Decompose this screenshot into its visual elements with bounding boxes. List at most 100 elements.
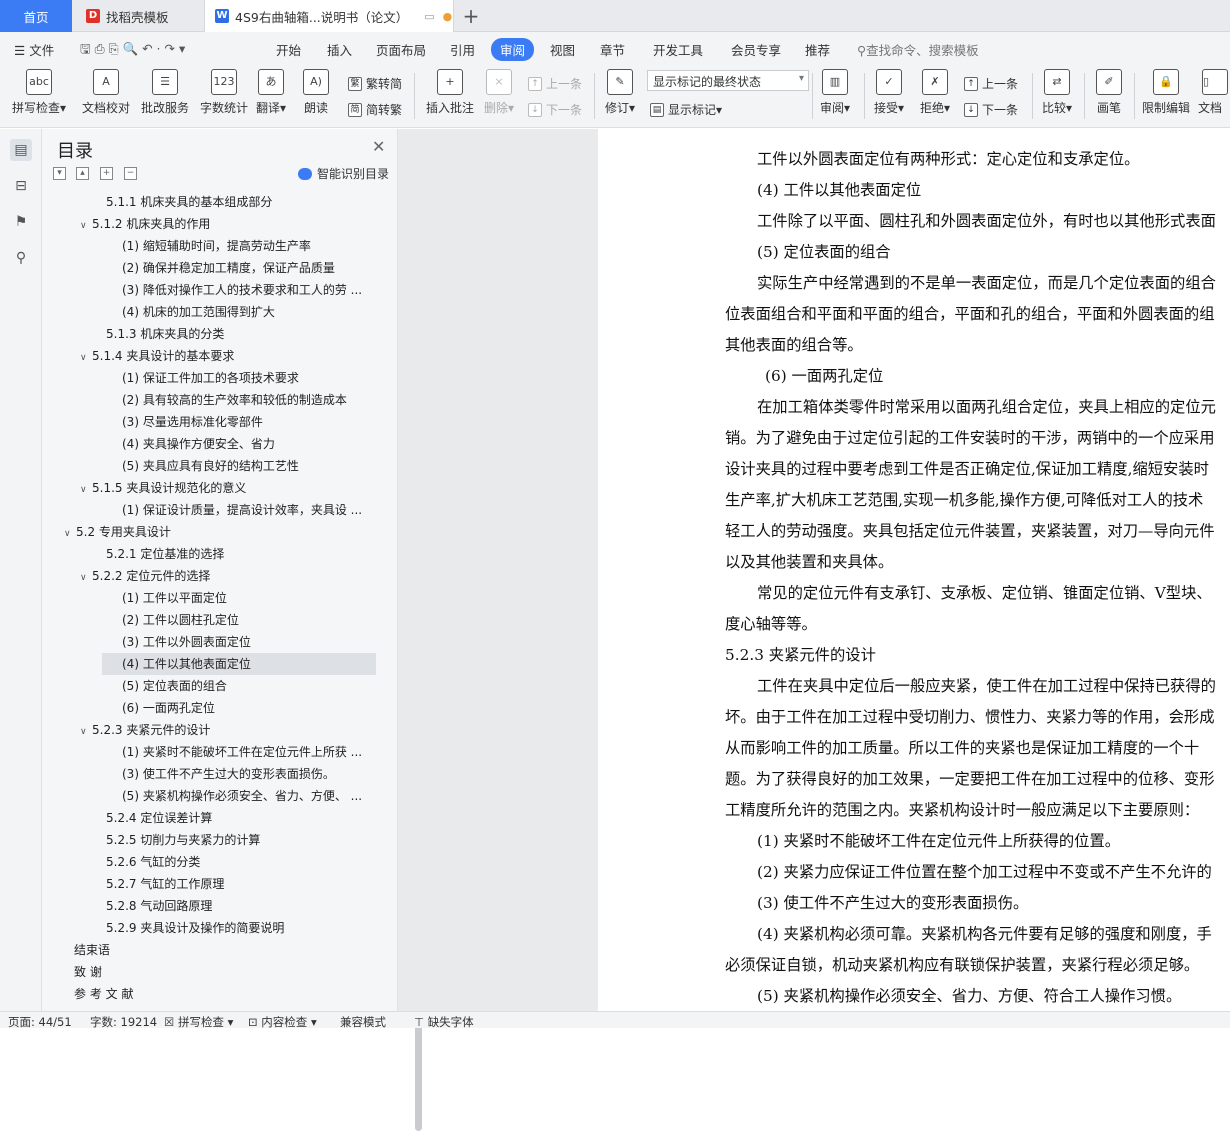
tab-document[interactable]: W 4S9右曲轴箱...说明书（论文） ▭ ● [204, 0, 454, 32]
next-change-button[interactable]: ↓ 下一条 [964, 101, 1018, 118]
review-pane-button[interactable]: ▥ 审阅▾ [812, 69, 858, 116]
tab-home[interactable]: 首页 [0, 0, 72, 32]
toc-item[interactable]: (1) 缩短辅助时间，提高劳动生产率 [42, 235, 376, 257]
translate-button[interactable]: あ翻译▾ [246, 69, 296, 116]
toc-item[interactable]: (3) 使工件不产生过大的变形表面损伤。 [42, 763, 376, 785]
track-changes-button[interactable]: ✎ 修订▾ [598, 69, 642, 116]
toc-item[interactable]: ∨ 5.1.2 机床夹具的作用 [42, 213, 376, 235]
toc-item[interactable]: (5) 夹紧机构操作必须安全、省力、方便、 ... [42, 785, 376, 807]
delete-comment-button[interactable]: × 删除▾ [474, 69, 524, 116]
document-line: 常见的定位元件有支承钉、支承板、定位销、锥面定位销、V型块、 [757, 584, 1212, 602]
toc-item[interactable]: 5.2.6 气缸的分类 [42, 851, 376, 873]
toc-item[interactable]: (2) 工件以圆柱孔定位 [42, 609, 376, 631]
chevron-down-icon[interactable]: ∨ [80, 567, 92, 587]
collapse-all-icon[interactable]: ▴ [76, 167, 89, 180]
toc-item-label: 5.2.7 气缸的工作原理 [106, 877, 225, 891]
toc-item[interactable]: 5.2.9 夹具设计及操作的简要说明 [42, 917, 376, 939]
toc-item[interactable]: (4) 机床的加工范围得到扩大 [42, 301, 376, 323]
toc-item[interactable]: 5.2.5 切削力与夹紧力的计算 [42, 829, 376, 851]
toc-item[interactable]: 5.1.3 机床夹具的分类 [42, 323, 376, 345]
insert-comment-button[interactable]: + 插入批注 [420, 69, 480, 116]
toc-item[interactable]: ∨ 5.2 专用夹具设计 [42, 521, 376, 543]
search-icon: ⚲ [857, 43, 867, 58]
toc-item[interactable]: (3) 尽量选用标准化零部件 [42, 411, 376, 433]
prev-comment-button[interactable]: ↑ 上一条 [528, 75, 582, 92]
reject-button[interactable]: ✗ 拒绝▾ [912, 69, 958, 116]
command-search[interactable]: ⚲查找命令、搜索模板 [857, 40, 979, 59]
toc-item[interactable]: (1) 保证工件加工的各项技术要求 [42, 367, 376, 389]
toc-item[interactable]: (1) 工件以平面定位 [42, 587, 376, 609]
accept-button[interactable]: ✓ 接受▾ [866, 69, 912, 116]
menu-layout[interactable]: 页面布局 [376, 40, 426, 59]
outline-icon[interactable]: ⊟ [10, 175, 32, 197]
toc-item[interactable]: 5.2.1 定位基准的选择 [42, 543, 376, 565]
menu-review[interactable]: 审阅 [491, 38, 535, 61]
document-line: (1) 夹紧时不能破坏工件在定位元件上所获得的位置。 [757, 832, 1121, 850]
toc-item[interactable]: (2) 确保并稳定加工精度，保证产品质量 [42, 257, 376, 279]
toc-item[interactable]: 结束语 [42, 939, 376, 961]
toc-item[interactable]: ∨ 5.2.2 定位元件的选择 [42, 565, 376, 587]
s2t-button[interactable]: 简简转繁 [348, 101, 402, 118]
smart-toc-button[interactable]: 智能识别目录 [298, 165, 389, 182]
doc-permission-button[interactable]: ▯ 文档 [1198, 69, 1230, 116]
toc-item[interactable]: (2) 具有较高的生产效率和较低的制造成本 [42, 389, 376, 411]
toc-item[interactable]: ∨ 5.1.5 夹具设计规范化的意义 [42, 477, 376, 499]
toc-panel-icon[interactable]: ▤ [10, 139, 32, 161]
spell-check-button[interactable]: abc 拼写检查▾ [8, 69, 70, 116]
compare-button[interactable]: ⇄ 比较▾ [1034, 69, 1080, 116]
tab-template[interactable]: D 找稻壳模板 [74, 0, 202, 32]
toc-item[interactable]: (5) 定位表面的组合 [42, 675, 376, 697]
toc-item[interactable]: (5) 夹具应具有良好的结构工艺性 [42, 455, 376, 477]
read-aloud-button[interactable]: A) 朗读 [292, 69, 340, 116]
quick-access-toolbar[interactable]: 🖫 ⎙ ⎘ 🔍 ↶ · ↷ ▾ [80, 40, 185, 61]
show-markup-button[interactable]: ▤ 显示标记 ▾ [650, 101, 722, 118]
word-count-button[interactable]: 123 字数统计 [194, 69, 254, 116]
chevron-down-icon[interactable]: ∨ [80, 721, 92, 741]
toc-item[interactable]: ∨ 5.2.3 夹紧元件的设计 [42, 719, 376, 741]
monitor-icon[interactable]: ▭ [424, 10, 434, 23]
chevron-down-icon[interactable]: ∨ [80, 347, 92, 367]
toc-item[interactable]: 5.2.8 气动回路原理 [42, 895, 376, 917]
menu-chapter[interactable]: 章节 [600, 40, 625, 59]
chevron-down-icon[interactable]: ∨ [80, 215, 92, 235]
toc-item[interactable]: 5.2.4 定位误差计算 [42, 807, 376, 829]
toc-item[interactable]: (4) 工件以其他表面定位 [102, 653, 376, 675]
bookmark-icon[interactable]: ⚑ [10, 211, 32, 233]
toc-item[interactable]: (4) 夹具操作方便安全、省力 [42, 433, 376, 455]
add-heading-icon[interactable]: + [100, 167, 113, 180]
new-tab-button[interactable]: + [456, 0, 486, 32]
doc-proofread-button[interactable]: A 文档校对 [76, 69, 136, 116]
toc-item[interactable]: 参 考 文 献 [42, 983, 376, 1005]
toc-item[interactable]: (1) 夹紧时不能破坏工件在定位元件上所获 ... [42, 741, 376, 763]
close-icon[interactable]: ✕ [372, 137, 385, 156]
toc-item[interactable]: (6) 一面两孔定位 [42, 697, 376, 719]
toc-item[interactable]: ∨ 5.1.4 夹具设计的基本要求 [42, 345, 376, 367]
batch-service-button[interactable]: ☰ 批改服务 [135, 69, 195, 116]
toc-item[interactable]: (3) 工件以外圆表面定位 [42, 631, 376, 653]
menu-insert[interactable]: 插入 [327, 40, 352, 59]
restrict-edit-button[interactable]: 🔒 限制编辑 [1138, 69, 1194, 116]
chevron-down-icon[interactable]: ∨ [80, 479, 92, 499]
file-menu[interactable]: ☰ 文件 [14, 40, 54, 59]
menu-reference[interactable]: 引用 [450, 40, 475, 59]
toc-item[interactable]: (1) 保证设计质量，提高设计效率，夹具设 ... [42, 499, 376, 521]
next-comment-button[interactable]: ↓ 下一条 [528, 101, 582, 118]
menu-view[interactable]: 视图 [550, 40, 575, 59]
expand-all-icon[interactable]: ▾ [53, 167, 66, 180]
menu-member[interactable]: 会员专享 [731, 40, 781, 59]
menu-start[interactable]: 开始 [276, 40, 301, 59]
pen-button[interactable]: ✐ 画笔 [1086, 69, 1132, 116]
menu-recommend[interactable]: 推荐 [805, 40, 830, 59]
chevron-down-icon[interactable]: ∨ [64, 523, 76, 543]
toc-item[interactable]: 致 谢 [42, 961, 376, 983]
markup-state-select[interactable]: 显示标记的最终状态 [647, 70, 809, 91]
t2s-button[interactable]: 繁繁转简 [348, 75, 402, 92]
remove-heading-icon[interactable]: − [124, 167, 137, 180]
menu-devtools[interactable]: 开发工具 [653, 40, 703, 59]
find-icon[interactable]: ⚲ [10, 247, 32, 269]
prev-change-button[interactable]: ↑ 上一条 [964, 75, 1018, 92]
document-page[interactable]: 工件以外圆表面定位有两种形式：定心定位和支承定位。 (4) 工件以其他表面定位 工件… [598, 129, 1230, 1011]
toc-item[interactable]: 5.1.1 机床夹具的基本组成部分 [42, 191, 376, 213]
toc-item[interactable]: 5.2.7 气缸的工作原理 [42, 873, 376, 895]
toc-item[interactable]: (3) 降低对操作工人的技术要求和工人的劳 ... [42, 279, 376, 301]
